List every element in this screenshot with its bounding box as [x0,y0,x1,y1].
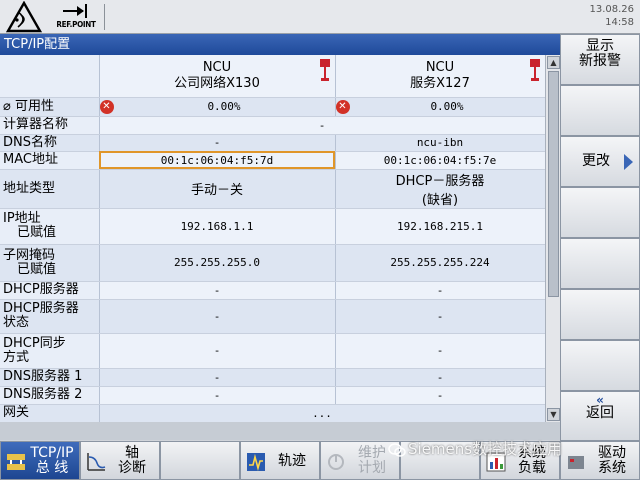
tcpip-table: NCU 公司网络X130 NCU 服务X127 ⌀ 可用性 ✕ 0.00% ✕ 0.… [0,55,545,422]
network-bus-icon [7,454,25,470]
watermark: Siemens数控技术应用 [388,438,562,459]
scroll-thumb[interactable] [548,71,559,297]
drive-system-icon [568,456,584,469]
table-row: DNS服务器 1 - - [0,368,545,387]
ref-point-indicator: REF.POINT [50,2,102,32]
maintenance-wrench-icon [328,454,344,470]
header-divider [104,4,105,30]
panel-title: TCP/IP配置 [0,34,560,55]
empty-softkey-5[interactable] [560,238,640,289]
network-port-icon [319,59,330,81]
ref-point-label: REF.POINT [56,20,96,29]
column-header-service: NCU 服务X127 [335,55,545,98]
table-row: DNS名称 - ncu-ibn [0,134,545,152]
empty-bottom-softkey-3[interactable] [160,441,240,480]
axis-diagnostics-button[interactable]: 轴诊断 [80,441,160,480]
error-icon: ✕ [335,99,350,114]
trace-icon [247,453,265,471]
axis-curve-icon [87,453,106,471]
table-row: 子网掩码 已赋值 255.255.255.0 255.255.255.224 [0,244,545,282]
date-text: 13.08.26 [589,4,634,15]
network-port-icon [529,59,540,81]
table-row: 计算器名称 - [0,116,545,135]
back-button[interactable]: « 返回 [560,391,640,441]
vertical-scrollbar[interactable]: ▲ ▼ [545,55,560,422]
error-icon: ✕ [99,99,114,114]
empty-softkey-7[interactable] [560,340,640,391]
scroll-down-arrow-icon[interactable]: ▼ [547,408,560,421]
table-row: ⌀ 可用性 ✕ 0.00% ✕ 0.00% [0,97,545,117]
table-row: DHCP服务器 状态 - - [0,299,545,334]
right-arrow-icon [624,154,633,170]
header-bar: REF.POINT 13.08.26 14:58 [0,0,640,34]
empty-softkey-2[interactable] [560,85,640,136]
table-row: 地址类型 手动－关 DHCP－服务器 (缺省) [0,169,545,209]
table-row: DHCP服务器 - - [0,281,545,300]
column-header-company-network: NCU 公司网络X130 [99,55,336,98]
trace-button[interactable]: 轨迹 [240,441,320,480]
double-chevron-left-icon: « [596,393,604,407]
table-row: IP地址 已赋值 192.168.1.1 192.168.215.1 [0,208,545,245]
wechat-icon [388,442,406,457]
scroll-up-arrow-icon[interactable]: ▲ [547,56,560,69]
table-row: MAC地址 00:1c:06:04:f5:7d 00:1c:06:04:f5:7… [0,151,545,170]
clock: 13.08.26 14:58 [589,3,634,29]
empty-softkey-4[interactable] [560,187,640,238]
tcpip-bus-button[interactable]: TCP/IP 总 线 [0,441,80,480]
alarm-triangle-icon[interactable] [4,1,44,33]
table-row: 网关 ... [0,404,545,422]
mac-field-selected[interactable]: 00:1c:06:04:f5:7d [99,151,336,170]
time-text: 14:58 [605,17,634,28]
table-row: DHCP同步 方式 - - [0,333,545,369]
table-row: DNS服务器 2 - - [0,386,545,405]
change-button[interactable]: 更改 [560,136,640,187]
show-new-alarm-button[interactable]: 显示 新报警 [560,34,640,85]
ref-point-icon [63,4,87,18]
table-header-row: NCU 公司网络X130 NCU 服务X127 [0,55,545,98]
drive-system-button[interactable]: 驱动 系统 [560,441,640,480]
empty-softkey-6[interactable] [560,289,640,340]
